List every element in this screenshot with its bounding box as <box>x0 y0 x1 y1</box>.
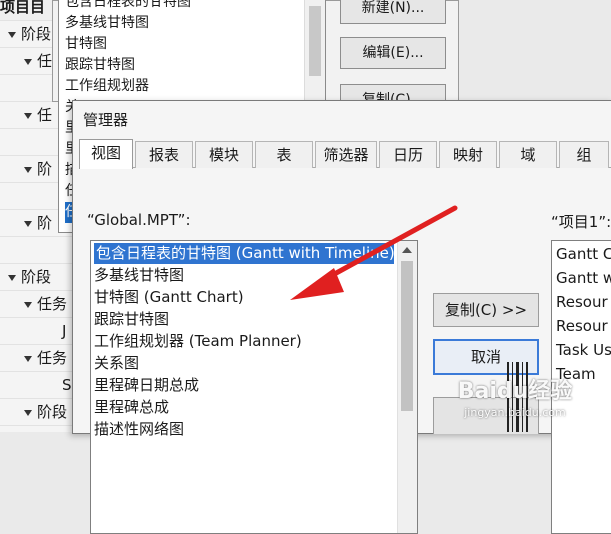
outline-row-label: 阶 <box>37 214 53 232</box>
list-item[interactable]: 关系图 <box>94 353 139 374</box>
outline-row-label: J <box>62 322 67 340</box>
list-scrollbar[interactable] <box>397 241 417 533</box>
outline-row-label: 阶 <box>37 160 53 178</box>
tab-reports[interactable]: 报表 <box>135 141 193 168</box>
outline-row-label: 阶段 <box>21 25 52 43</box>
outline-row-label: 项目目 <box>0 0 46 16</box>
list-item[interactable]: Resour <box>556 291 608 314</box>
expand-triangle-icon[interactable] <box>24 166 32 173</box>
outline-row-label: S <box>62 376 72 394</box>
tab-view[interactable]: 视图 <box>79 139 133 169</box>
expand-triangle-icon[interactable] <box>24 220 32 227</box>
list-item[interactable]: 工作组规划器 (Team Planner) <box>94 331 302 352</box>
list-item[interactable]: 甘特图 <box>65 34 107 55</box>
scroll-thumb[interactable] <box>401 261 413 411</box>
list-item[interactable]: 包含日程表的甘特图 (Gantt with Timeline) <box>94 243 394 264</box>
list-item[interactable]: 包含日程表的甘特图 <box>65 0 191 13</box>
list-item[interactable]: 描述性网络图 <box>94 419 184 440</box>
expand-triangle-icon[interactable] <box>24 112 32 119</box>
expand-triangle-icon[interactable] <box>24 58 32 65</box>
new-button[interactable]: 新建(N)... <box>340 0 446 24</box>
baidu-watermark: Baidu经验 jingyan.baidu.com <box>425 378 605 428</box>
outline-row-label: 任务 <box>37 295 68 313</box>
project-caption: “项目1”: <box>551 213 611 231</box>
tab-maps[interactable]: 映射 <box>439 141 497 168</box>
list-item[interactable]: 跟踪甘特图 <box>94 309 169 330</box>
outline-row-label: 任 <box>37 52 53 70</box>
tab-modules[interactable]: 模块 <box>195 141 253 168</box>
list-item[interactable]: Gantt C <box>556 243 611 266</box>
global-mpt-caption: “Global.MPT”: <box>87 211 191 229</box>
list-item[interactable]: Gantt w <box>556 267 611 290</box>
watermark-url: jingyan.baidu.com <box>464 406 566 419</box>
outline-row-label: 任 <box>37 106 53 124</box>
copy-button[interactable]: 复制(C) >> <box>433 293 539 327</box>
tab-tables[interactable]: 表 <box>255 141 313 168</box>
list-item[interactable]: 工作组规划器 <box>65 76 149 97</box>
list-item[interactable]: 跟踪甘特图 <box>65 55 135 76</box>
tab-filters[interactable]: 筛选器 <box>315 141 377 168</box>
expand-triangle-icon[interactable] <box>24 355 32 362</box>
list-item[interactable]: Task Us <box>556 339 611 362</box>
scroll-up-icon[interactable] <box>402 247 412 253</box>
tab-calendars[interactable]: 日历 <box>379 141 437 168</box>
tab-fields[interactable]: 域 <box>499 141 557 168</box>
list-item[interactable]: 里程碑总成 <box>94 397 169 418</box>
scroll-thumb[interactable] <box>309 6 321 76</box>
expand-triangle-icon[interactable] <box>8 31 16 38</box>
list-item[interactable]: Resour <box>556 315 608 338</box>
tab-groups[interactable]: 组 <box>559 141 609 168</box>
outline-row-label: 阶段 <box>37 403 68 421</box>
tab-strip: 视图 报表 模块 表 筛选器 日历 映射 域 组 <box>79 139 611 169</box>
edit-button[interactable]: 编辑(E)... <box>340 37 446 69</box>
list-item[interactable]: 甘特图 (Gantt Chart) <box>94 287 244 308</box>
outline-row-label: 任务 <box>37 349 68 367</box>
list-item[interactable]: 里程碑日期总成 <box>94 375 199 396</box>
list-item[interactable]: 多基线甘特图 <box>65 13 149 34</box>
watermark-brand: Baidu经验 <box>457 379 573 404</box>
dialog-title: 管理器 <box>83 111 129 129</box>
expand-triangle-icon[interactable] <box>24 409 32 416</box>
global-views-list[interactable]: 包含日程表的甘特图 (Gantt with Timeline) 多基线甘特图 甘特图… <box>90 240 418 534</box>
expand-triangle-icon[interactable] <box>8 274 16 281</box>
list-item[interactable]: 多基线甘特图 <box>94 265 184 286</box>
outline-row-label: 阶段 <box>21 268 52 286</box>
expand-triangle-icon[interactable] <box>24 301 32 308</box>
